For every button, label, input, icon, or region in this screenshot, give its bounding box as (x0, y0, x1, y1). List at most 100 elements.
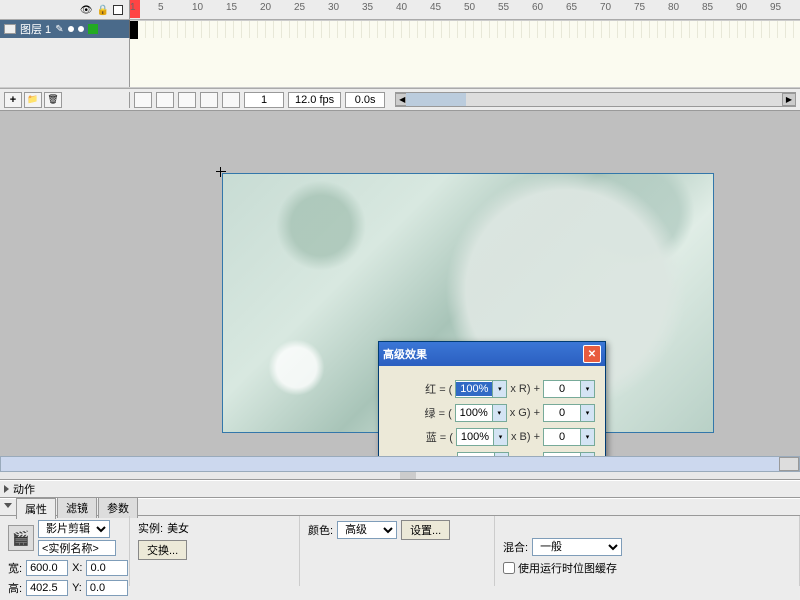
tab-filters[interactable]: 滤镜 (57, 497, 97, 518)
new-folder-button[interactable] (24, 92, 42, 108)
swap-button[interactable]: 交换... (138, 540, 187, 560)
spinner-icon[interactable]: ▾ (492, 381, 506, 397)
ruler-tick: 15 (226, 2, 237, 13)
props-col-color: 颜色: 高级 设置... (300, 516, 495, 586)
blend-mode-select[interactable]: 一般 (532, 538, 622, 556)
ruler-tick: 95 (770, 2, 781, 13)
lock-dot[interactable] (78, 26, 84, 32)
red-row: 红 = ( ▾ x R) + ▾ (389, 380, 595, 398)
frame-rate: 12.0 fps (288, 92, 341, 108)
blue-percent-input[interactable] (457, 430, 493, 444)
cache-bitmap-checkbox[interactable] (503, 562, 515, 574)
spinner-icon[interactable]: ▾ (580, 453, 594, 456)
spinner-icon[interactable]: ▾ (494, 453, 508, 456)
props-col-instance: 实例: 美女 交换... (130, 516, 300, 586)
spinner-icon[interactable]: ▾ (493, 429, 507, 445)
frames-track[interactable] (130, 20, 800, 38)
ruler-tick: 35 (362, 2, 373, 13)
new-layer-button[interactable] (4, 92, 22, 108)
y-label: Y: (72, 582, 82, 594)
center-frame-button[interactable] (134, 92, 152, 108)
spinner-icon[interactable]: ▾ (580, 429, 594, 445)
onion-skin-button[interactable] (156, 92, 174, 108)
symbol-type-select[interactable]: 影片剪辑 (38, 520, 110, 538)
visibility-icon[interactable] (80, 4, 93, 16)
red-offset-spinner[interactable]: ▾ (543, 380, 595, 398)
timeline-empty-area (0, 38, 800, 88)
alpha-percent-spinner[interactable]: ▾ (457, 452, 509, 456)
width-input[interactable] (26, 560, 68, 576)
grip-icon[interactable] (400, 472, 416, 479)
settings-button[interactable]: 设置... (401, 520, 450, 540)
y-input[interactable] (86, 580, 128, 596)
x-input[interactable] (86, 560, 128, 576)
ruler-tick: 1 (130, 2, 136, 13)
actions-panel-header[interactable]: 动作 (0, 480, 800, 498)
keyframe[interactable] (130, 21, 138, 39)
dialog-body: 红 = ( ▾ x R) + ▾ 绿 = ( ▾ x G) + ▾ 蓝 = ( … (379, 366, 605, 456)
red-percent-input[interactable] (456, 382, 492, 396)
ruler-tick: 70 (600, 2, 611, 13)
onion-outline-button[interactable] (178, 92, 196, 108)
green-offset-input[interactable] (544, 406, 580, 420)
properties-panel-header: 属性 滤镜 参数 (0, 498, 800, 516)
alpha-label: Alpha = ( (409, 455, 453, 456)
timeline-panel: 1 5 10 15 20 25 30 35 40 45 50 55 60 65 … (0, 0, 800, 111)
outline-icon[interactable] (113, 5, 123, 15)
red-offset-input[interactable] (544, 382, 580, 396)
color-effect-select[interactable]: 高级 (337, 521, 397, 539)
movieclip-icon (8, 525, 34, 551)
stage-scrollbar[interactable] (0, 456, 800, 472)
tab-properties[interactable]: 属性 (16, 498, 56, 519)
alpha-offset-input[interactable] (544, 454, 580, 456)
blue-offset-input[interactable] (544, 430, 580, 444)
green-percent-input[interactable] (456, 406, 492, 420)
visibility-dot[interactable] (68, 26, 74, 32)
scrollbar-thumb[interactable] (406, 93, 466, 106)
red-mid: x R) + (510, 383, 540, 395)
green-percent-spinner[interactable]: ▾ (455, 404, 507, 422)
blue-offset-spinner[interactable]: ▾ (543, 428, 595, 446)
blue-percent-spinner[interactable]: ▾ (456, 428, 508, 446)
height-input[interactable] (26, 580, 68, 596)
lock-icon[interactable] (97, 4, 109, 16)
expand-icon[interactable] (4, 485, 9, 493)
layer-row[interactable]: 图层 1 (0, 20, 800, 38)
instance-name-input[interactable] (38, 540, 116, 556)
edit-multiple-button[interactable] (200, 92, 218, 108)
instance-label: 实例: (138, 520, 163, 536)
instance-value: 美女 (167, 520, 189, 536)
tab-parameters[interactable]: 参数 (98, 497, 138, 518)
timeline-ruler[interactable]: 1 5 10 15 20 25 30 35 40 45 50 55 60 65 … (130, 0, 800, 19)
modify-onion-button[interactable] (222, 92, 240, 108)
delete-layer-button[interactable] (44, 92, 62, 108)
outline-color-icon[interactable] (88, 24, 98, 34)
green-offset-spinner[interactable]: ▾ (543, 404, 595, 422)
width-label: 宽: (8, 560, 22, 576)
spinner-icon[interactable]: ▾ (580, 405, 594, 421)
stage-maximize-button[interactable] (779, 457, 799, 471)
timeline-scrollbar[interactable]: ◀ ▶ (395, 92, 796, 107)
blend-label: 混合: (503, 539, 528, 555)
green-mid: x G) + (510, 407, 540, 419)
layer-cell[interactable]: 图层 1 (0, 20, 130, 38)
dialog-titlebar[interactable]: 高级效果 ✕ (379, 342, 605, 366)
pencil-icon (55, 23, 63, 35)
ruler-tick: 40 (396, 2, 407, 13)
green-row: 绿 = ( ▾ x G) + ▾ (389, 404, 595, 422)
spinner-icon[interactable]: ▾ (580, 381, 594, 397)
alpha-percent-input[interactable] (458, 454, 494, 456)
props-col-blend: 混合: 一般 使用运行时位图缓存 (495, 516, 800, 586)
collapse-icon[interactable] (4, 503, 12, 512)
timeline-footer: 1 12.0 fps 0.0s ◀ ▶ (0, 88, 800, 110)
close-button[interactable]: ✕ (583, 345, 601, 363)
ruler-tick: 55 (498, 2, 509, 13)
panel-divider[interactable] (0, 472, 800, 480)
height-label: 高: (8, 580, 22, 596)
red-percent-spinner[interactable]: ▾ (455, 380, 507, 398)
scroll-right-icon[interactable]: ▶ (782, 93, 796, 106)
spinner-icon[interactable]: ▾ (492, 405, 506, 421)
stage-area[interactable]: 高级效果 ✕ 红 = ( ▾ x R) + ▾ 绿 = ( ▾ x G) + ▾… (0, 111, 800, 456)
ruler-tick: 75 (634, 2, 645, 13)
alpha-offset-spinner[interactable]: ▾ (543, 452, 595, 456)
